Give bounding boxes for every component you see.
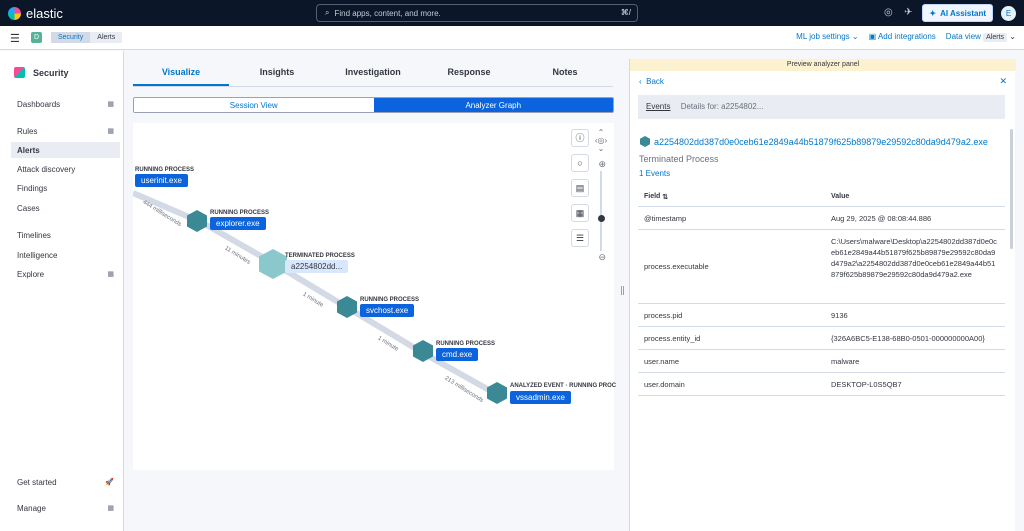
table-row: @timestamp Aug 29, 2025 @ 08:08:44.886 bbox=[638, 207, 1005, 230]
calendar-icon[interactable]: ▦ bbox=[571, 204, 589, 222]
add-integrations-button[interactable]: ▣ Add integrations bbox=[869, 32, 936, 41]
zoom-slider-handle[interactable] bbox=[598, 215, 605, 222]
sidebar-item-cases[interactable]: Cases bbox=[11, 200, 120, 216]
sort-icon: ⇅ bbox=[662, 193, 669, 201]
global-search-input[interactable]: ⌕ Find apps, content, and more. ⌘/ bbox=[316, 4, 638, 22]
table-header: Field ⇅ Value bbox=[638, 187, 1005, 207]
tab-insights[interactable]: Insights bbox=[229, 59, 325, 86]
menu-icon[interactable]: ☰ bbox=[10, 32, 20, 45]
node-button-userinit[interactable]: userinit.exe bbox=[135, 174, 188, 187]
pan-control-icon[interactable]: ⌃ ‹◎› ⌄ bbox=[592, 129, 610, 155]
process-state: Terminated Process bbox=[639, 154, 719, 164]
close-icon[interactable]: ✕ bbox=[999, 76, 1007, 87]
info-icon[interactable]: ⓘ bbox=[571, 129, 589, 147]
session-view-button[interactable]: Session View bbox=[134, 98, 374, 112]
tab-response[interactable]: Response bbox=[421, 59, 517, 86]
node-button-cmd[interactable]: cmd.exe bbox=[436, 348, 479, 361]
circle-icon[interactable]: ○ bbox=[571, 154, 589, 172]
nav-bar: ☰ D Security Alerts ML job settings ⌄ ▣ … bbox=[0, 26, 1024, 50]
table-row: process.entity_id {326A6BC5-E138-68B0-050… bbox=[638, 327, 1005, 350]
node-label: TERMINATED PROCESS bbox=[285, 253, 355, 259]
elastic-icon bbox=[8, 7, 21, 20]
node-button-vssadmin[interactable]: vssadmin.exe bbox=[510, 391, 571, 404]
node-button-svchost[interactable]: svchost.exe bbox=[360, 304, 415, 317]
main-content: Visualize Insights Investigation Respons… bbox=[125, 51, 625, 531]
sidebar-item-manage[interactable]: Manage ▦ bbox=[11, 500, 120, 516]
analyzer-graph[interactable]: 444 milliseconds 11 minutes 1 minute 1 m… bbox=[133, 123, 617, 470]
node-label: ANALYZED EVENT · RUNNING PROC bbox=[510, 383, 617, 389]
help-icon[interactable]: ◎ bbox=[882, 7, 894, 19]
search-icon: ⌕ bbox=[325, 8, 330, 17]
data-view-picker[interactable]: Data view Alerts ⌄ bbox=[946, 32, 1016, 42]
breadcrumb-alerts: Alerts bbox=[90, 32, 123, 43]
preview-banner: Preview analyzer panel bbox=[630, 59, 1016, 71]
node-label: RUNNING PROCESS bbox=[210, 210, 270, 216]
node-label: RUNNING PROCESS bbox=[360, 297, 420, 303]
events-breadcrumb: Events Details for: a2254802... bbox=[638, 95, 1005, 119]
security-title: Security bbox=[14, 67, 69, 78]
table-row: process.executable C:\Users\malware\Deskt… bbox=[638, 230, 1005, 304]
sidebar-item-timelines[interactable]: Timelines bbox=[11, 227, 120, 243]
process-icon bbox=[640, 136, 650, 147]
back-button[interactable]: ‹ Back bbox=[639, 77, 664, 86]
analyzer-graph-button[interactable]: Analyzer Graph bbox=[373, 98, 613, 112]
sidebar-item-alerts[interactable]: Alerts bbox=[11, 142, 120, 158]
events-link[interactable]: Events bbox=[646, 102, 670, 111]
ml-job-settings-button[interactable]: ML job settings ⌄ bbox=[796, 32, 858, 41]
list-icon[interactable]: ☰ bbox=[571, 229, 589, 247]
sidebar-item-explore[interactable]: Explore ▦ bbox=[11, 266, 120, 282]
news-icon[interactable]: ✈ bbox=[902, 7, 914, 19]
view-toggle: Session View Analyzer Graph bbox=[133, 97, 614, 113]
node-button-terminated[interactable]: a2254802dd... bbox=[285, 260, 349, 273]
grid-icon: ▦ bbox=[107, 128, 114, 135]
user-avatar[interactable]: E bbox=[1001, 5, 1016, 21]
node-label: RUNNING PROCESS bbox=[135, 167, 195, 173]
sidebar-item-rules[interactable]: Rules ▦ bbox=[11, 123, 120, 139]
zoom-out-icon[interactable]: ⊖ bbox=[598, 252, 606, 263]
table-row: user.name malware bbox=[638, 350, 1005, 373]
node-button-explorer[interactable]: explorer.exe bbox=[210, 217, 266, 230]
node-label: RUNNING PROCESS bbox=[436, 341, 496, 347]
sidebar-item-intelligence[interactable]: Intelligence bbox=[11, 247, 120, 263]
grid-icon: ▦ bbox=[107, 505, 114, 512]
flyout-tabs: Visualize Insights Investigation Respons… bbox=[133, 59, 613, 87]
events-count-link[interactable]: 1 Events bbox=[639, 169, 670, 178]
tab-visualize[interactable]: Visualize bbox=[133, 59, 229, 86]
top-bar: elastic ⌕ Find apps, content, and more. ⌘/… bbox=[0, 0, 1024, 26]
process-title: a2254802dd387d0e0ceb61e2849a44b51879f625… bbox=[640, 136, 988, 147]
sidebar-item-get-started[interactable]: Get started 🚀 bbox=[11, 474, 120, 490]
sidebar-item-dashboards[interactable]: Dashboards ▦ bbox=[11, 96, 120, 112]
grid-icon: ▦ bbox=[107, 271, 114, 278]
grid-icon: ▦ bbox=[107, 101, 114, 108]
security-logo-icon bbox=[14, 67, 25, 78]
sparkle-icon: ✦ bbox=[929, 8, 937, 18]
table-row: process.pid 9136 bbox=[638, 304, 1005, 327]
details-table: Field ⇅ Value @timestamp Aug 29, 2025 @ 0… bbox=[638, 187, 1005, 396]
breadcrumb: Security Alerts bbox=[51, 32, 123, 43]
tab-notes[interactable]: Notes bbox=[517, 59, 613, 86]
zoom-slider[interactable] bbox=[600, 171, 602, 251]
breadcrumb-security[interactable]: Security bbox=[51, 32, 91, 43]
zoom-in-icon[interactable]: ⊕ bbox=[598, 159, 606, 170]
space-avatar[interactable]: D bbox=[31, 32, 42, 43]
resize-handle[interactable] bbox=[621, 286, 624, 295]
rocket-icon: 🚀 bbox=[105, 479, 114, 486]
field-column-header[interactable]: Field ⇅ bbox=[638, 187, 825, 206]
scrollbar[interactable] bbox=[1010, 129, 1013, 249]
sidebar-item-attack-discovery[interactable]: Attack discovery bbox=[11, 161, 120, 177]
value-column-header: Value bbox=[831, 193, 850, 200]
preview-panel: Preview analyzer panel ‹ Back ✕ Events D… bbox=[629, 59, 1016, 531]
schema-icon[interactable]: ▤ bbox=[571, 179, 589, 197]
ai-assistant-button[interactable]: ✦ AI Assistant bbox=[922, 4, 993, 22]
elastic-logo[interactable]: elastic bbox=[8, 6, 63, 21]
tab-investigation[interactable]: Investigation bbox=[325, 59, 421, 86]
sidebar: Security Dashboards ▦ Rules ▦ Alerts Attac… bbox=[0, 51, 124, 531]
sidebar-item-findings[interactable]: Findings bbox=[11, 180, 120, 196]
table-row: user.domain DESKTOP-L0S5QB7 bbox=[638, 373, 1005, 396]
